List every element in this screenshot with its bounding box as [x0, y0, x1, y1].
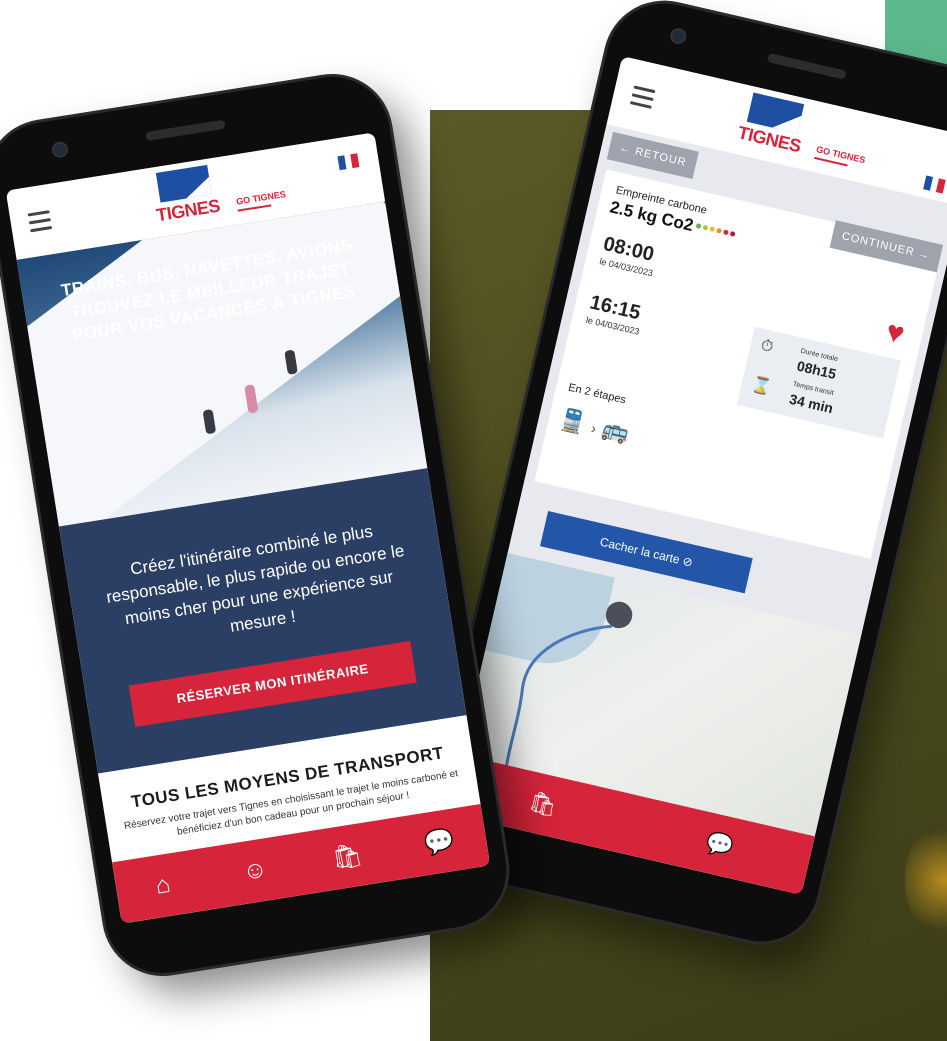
speaker — [766, 52, 847, 80]
destination-pin-icon[interactable]: ● — [575, 855, 597, 888]
steps-label: En 2 étapes — [567, 381, 628, 407]
bag-icon[interactable]: 🛍 — [325, 839, 369, 874]
menu-icon[interactable] — [27, 210, 53, 237]
train-icon: 🚆 — [556, 405, 589, 437]
user-icon[interactable]: ☺ — [233, 854, 277, 888]
step-icons: 🚆 › 🚌 — [556, 405, 633, 446]
bus-icon: 🚌 — [599, 415, 633, 446]
chevron-right-icon: › — [589, 419, 598, 437]
tab-go-tignes[interactable]: GO TIGNES — [236, 189, 288, 212]
eye-off-icon: ⊘ — [681, 553, 695, 570]
stopwatch-icon: ⏱ — [758, 336, 775, 357]
home-icon[interactable]: ⌂ — [141, 869, 185, 903]
duration-box: ⏱ Durée totale 08h15 ⌛ Temps transit 34 … — [736, 326, 902, 439]
bag-icon[interactable]: 🛍 — [526, 789, 560, 821]
chat-icon[interactable]: 💬 — [417, 824, 461, 859]
hide-map-label: Cacher la carte — [598, 534, 682, 567]
french-flag-icon[interactable] — [923, 175, 946, 194]
tignes-logo[interactable]: TIGNES — [150, 164, 222, 226]
itinerary-card: Empreinte carbone 2.5 kg Co2 08:00 le 04… — [534, 169, 943, 559]
chat-icon[interactable]: 💬 — [703, 829, 736, 860]
start-pin-icon[interactable]: ⬤ — [602, 595, 637, 631]
favorite-heart-icon[interactable]: ♥ — [883, 315, 908, 351]
book-itinerary-button[interactable]: RÉSERVER MON ITINÉRAIRE — [128, 640, 417, 728]
tab-go-tignes[interactable]: GO TIGNES — [814, 144, 866, 170]
camera — [53, 142, 67, 157]
tignes-logo[interactable]: TIGNES — [736, 91, 810, 157]
carbon-scale — [695, 223, 736, 237]
menu-icon[interactable] — [629, 85, 656, 113]
hourglass-icon: ⌛ — [749, 375, 774, 397]
french-flag-icon[interactable] — [337, 153, 360, 171]
speaker — [144, 119, 226, 142]
camera — [671, 28, 686, 44]
home-screen: TIGNES GO TIGNES TRAINS, BUS, NAVETTES, … — [5, 132, 491, 924]
